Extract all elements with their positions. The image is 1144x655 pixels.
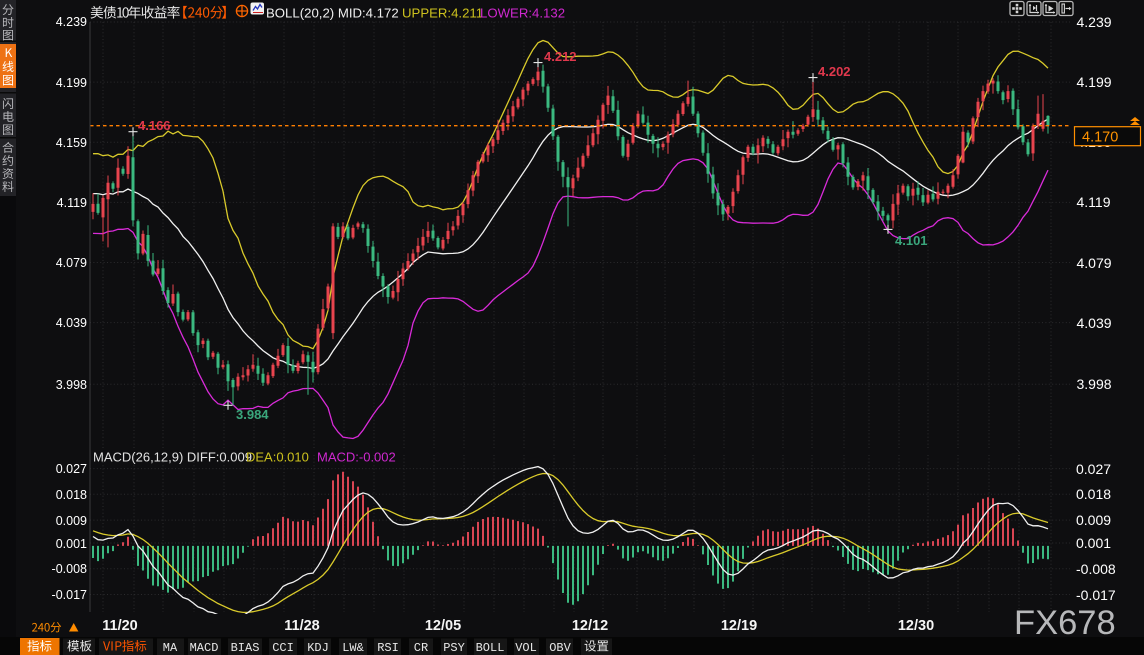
svg-text:0.027: 0.027 bbox=[1076, 461, 1111, 477]
svg-text:CCI: CCI bbox=[272, 641, 294, 655]
svg-text:4.101: 4.101 bbox=[895, 233, 928, 248]
svg-text:BOLL(20,2) MID:4.172: BOLL(20,2) MID:4.172 bbox=[266, 6, 399, 21]
svg-text:PSY: PSY bbox=[443, 641, 465, 655]
svg-text:3.998: 3.998 bbox=[1077, 376, 1112, 392]
svg-text:4.212: 4.212 bbox=[544, 49, 577, 64]
svg-text:BOLL: BOLL bbox=[476, 641, 505, 655]
svg-text:0.027: 0.027 bbox=[56, 462, 87, 476]
svg-text:LW&: LW& bbox=[342, 641, 364, 655]
svg-text:4.202: 4.202 bbox=[818, 64, 851, 79]
svg-text:12/05: 12/05 bbox=[425, 618, 461, 634]
svg-text:CR: CR bbox=[414, 641, 428, 655]
svg-text:RSI: RSI bbox=[377, 641, 399, 655]
svg-text:MA: MA bbox=[163, 641, 178, 655]
svg-text:FX678: FX678 bbox=[1014, 604, 1116, 642]
svg-text:4.166: 4.166 bbox=[138, 118, 171, 133]
svg-text:0.018: 0.018 bbox=[56, 488, 87, 502]
svg-text:BIAS: BIAS bbox=[231, 641, 260, 655]
svg-text:0.018: 0.018 bbox=[1076, 486, 1111, 502]
svg-text:-0.017: -0.017 bbox=[52, 588, 87, 602]
svg-text:12/12: 12/12 bbox=[572, 618, 608, 634]
svg-text:VOL: VOL bbox=[515, 641, 537, 655]
svg-text:KDJ: KDJ bbox=[307, 641, 329, 655]
svg-text:4.039: 4.039 bbox=[56, 316, 87, 330]
svg-text:DEA:0.010: DEA:0.010 bbox=[246, 450, 309, 465]
svg-text:4.119: 4.119 bbox=[1077, 194, 1111, 210]
svg-text:4.199: 4.199 bbox=[1077, 74, 1112, 90]
svg-text:3.998: 3.998 bbox=[56, 378, 87, 392]
svg-text:-0.008: -0.008 bbox=[1076, 561, 1116, 577]
svg-text:12/19: 12/19 bbox=[721, 618, 757, 634]
svg-text:4.239: 4.239 bbox=[1077, 14, 1112, 30]
svg-text:0.001: 0.001 bbox=[1076, 535, 1111, 551]
svg-text:0.001: 0.001 bbox=[56, 537, 87, 551]
svg-text:3.984: 3.984 bbox=[236, 407, 269, 422]
svg-text:4.170: 4.170 bbox=[1082, 130, 1118, 146]
svg-text:MACD(26,12,9) DIFF:0.009: MACD(26,12,9) DIFF:0.009 bbox=[93, 450, 252, 465]
svg-text:MACD:-0.002: MACD:-0.002 bbox=[317, 450, 396, 465]
svg-text:4.039: 4.039 bbox=[1077, 315, 1112, 331]
svg-text:UPPER:4.211: UPPER:4.211 bbox=[402, 6, 483, 21]
svg-text:4.079: 4.079 bbox=[56, 256, 87, 270]
svg-text:4.159: 4.159 bbox=[56, 136, 87, 150]
svg-text:4.199: 4.199 bbox=[56, 76, 87, 90]
svg-text:4.079: 4.079 bbox=[1077, 255, 1112, 271]
svg-text:-0.017: -0.017 bbox=[1076, 587, 1116, 603]
svg-text:4.239: 4.239 bbox=[56, 15, 87, 29]
svg-text:MACD: MACD bbox=[190, 641, 219, 655]
svg-text:LOWER:4.132: LOWER:4.132 bbox=[480, 6, 565, 21]
svg-text:11/20: 11/20 bbox=[102, 618, 138, 634]
svg-text:-0.008: -0.008 bbox=[52, 562, 87, 576]
svg-text:0.009: 0.009 bbox=[1076, 512, 1111, 528]
svg-text:4.119: 4.119 bbox=[57, 196, 87, 210]
svg-text:12/30: 12/30 bbox=[898, 618, 934, 634]
svg-text:0.009: 0.009 bbox=[56, 514, 87, 528]
svg-text:11/28: 11/28 bbox=[284, 618, 320, 634]
svg-text:OBV: OBV bbox=[549, 641, 571, 655]
